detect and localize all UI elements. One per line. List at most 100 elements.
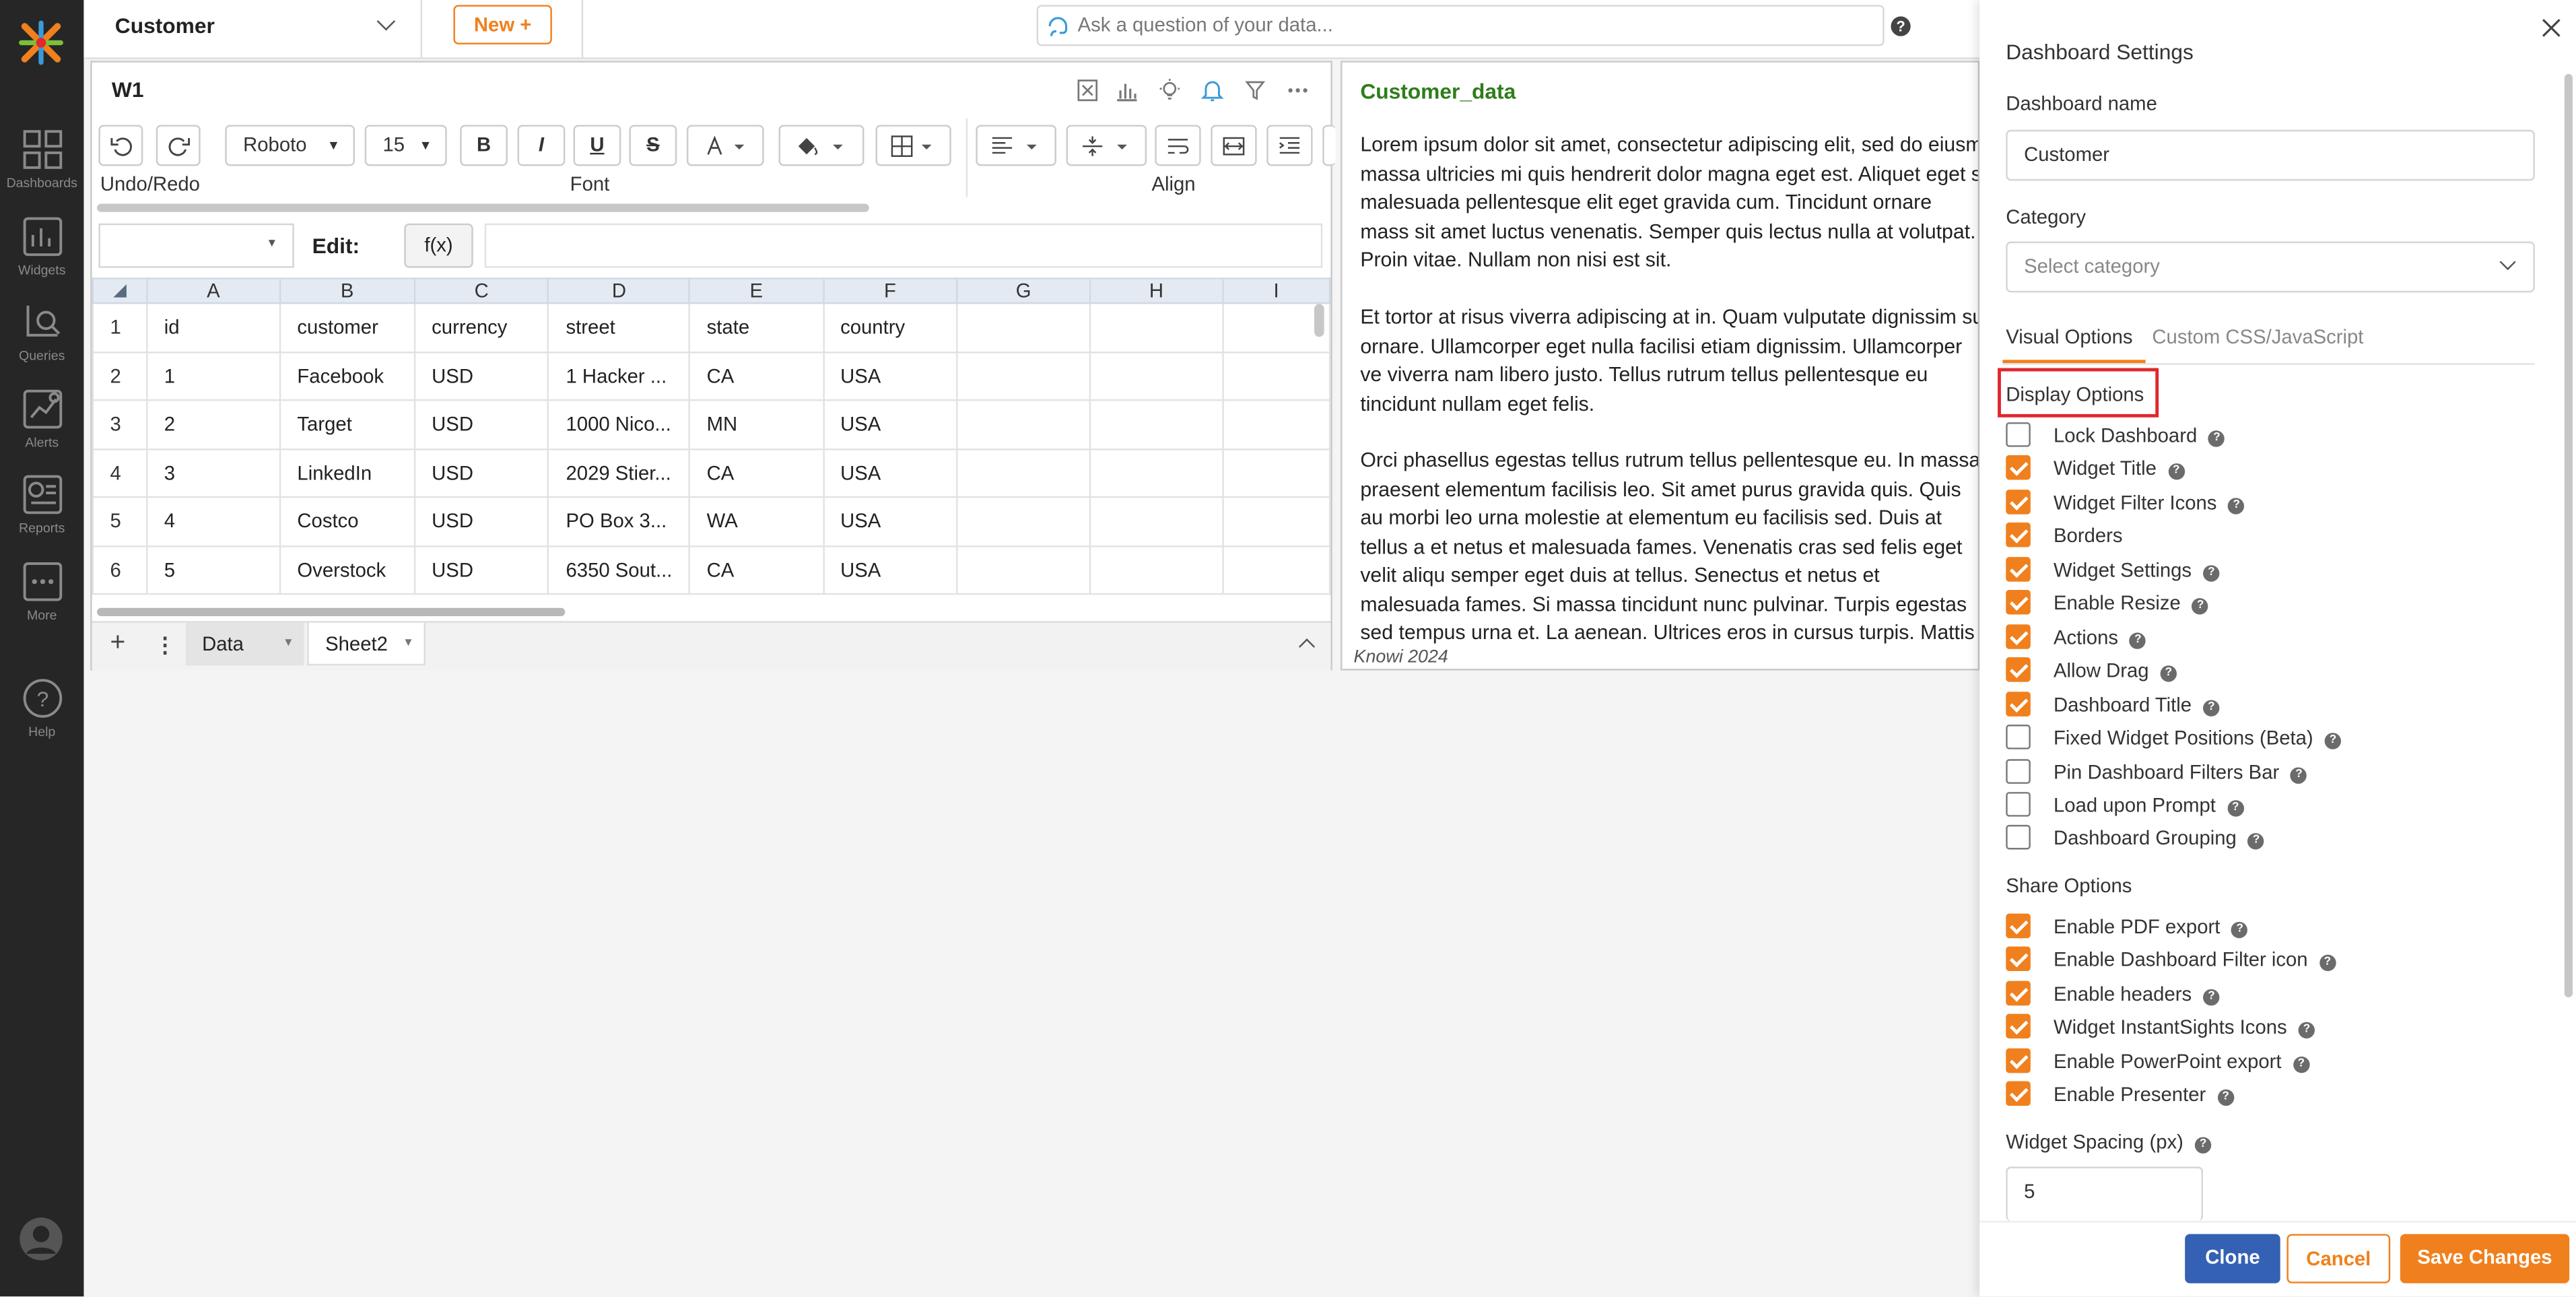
- fill-color-button[interactable]: [778, 125, 865, 166]
- sheet-cell[interactable]: USA: [822, 447, 958, 498]
- checkbox-display-9[interactable]: [2006, 725, 2031, 750]
- add-sheet-icon[interactable]: +: [110, 630, 125, 659]
- insights-bulb-icon[interactable]: [1158, 79, 1181, 102]
- option-label[interactable]: Enable Resize?: [2054, 592, 2209, 616]
- sheet-tab-sheet2[interactable]: Sheet2 ▼: [307, 622, 426, 666]
- user-avatar[interactable]: [18, 1216, 64, 1262]
- checkbox-display-8[interactable]: [2006, 691, 2031, 716]
- option-label[interactable]: Fixed Widget Positions (Beta)?: [2054, 727, 2342, 750]
- checkbox-display-6[interactable]: [2006, 624, 2031, 649]
- help-icon[interactable]: ?: [2231, 921, 2248, 939]
- sheet-cell[interactable]: state: [688, 302, 824, 353]
- widget-spacing-input[interactable]: 5: [2006, 1166, 2204, 1221]
- help-icon[interactable]: ?: [2203, 699, 2220, 716]
- option-label[interactable]: Enable PDF export?: [2054, 915, 2248, 939]
- sheet-cell[interactable]: 3: [145, 447, 281, 498]
- sheet-cell[interactable]: [1089, 302, 1224, 353]
- nav-queries[interactable]: Queries: [0, 301, 83, 363]
- sheet-cell[interactable]: USD: [413, 496, 550, 547]
- sheet-cell[interactable]: USD: [413, 399, 550, 450]
- column-header[interactable]: E: [688, 277, 824, 304]
- cancel-button[interactable]: Cancel: [2286, 1234, 2391, 1284]
- option-label[interactable]: Dashboard Grouping?: [2054, 827, 2265, 851]
- sheet-cell[interactable]: street: [547, 302, 691, 353]
- sheet-cell[interactable]: USA: [822, 399, 958, 450]
- column-header[interactable]: H: [1089, 277, 1224, 304]
- more-options-icon[interactable]: [1287, 79, 1310, 102]
- sheet-cell[interactable]: [956, 302, 1091, 353]
- row-header[interactable]: 3: [92, 399, 148, 450]
- knowi-logo[interactable]: [18, 20, 64, 65]
- help-icon[interactable]: ?: [2298, 1022, 2315, 1039]
- sheet-cell[interactable]: 5: [145, 544, 281, 595]
- help-icon[interactable]: ?: [2203, 564, 2220, 582]
- column-header[interactable]: B: [279, 277, 415, 304]
- sheet-cell[interactable]: [1089, 350, 1224, 401]
- row-header[interactable]: 2: [92, 350, 148, 401]
- sheet-cell[interactable]: Costco: [279, 496, 415, 547]
- help-icon[interactable]: ?: [2168, 464, 2185, 481]
- chart-icon[interactable]: [1116, 79, 1139, 102]
- clone-button[interactable]: Clone: [2185, 1234, 2280, 1284]
- checkbox-display-5[interactable]: [2006, 590, 2031, 616]
- help-icon[interactable]: ?: [2130, 632, 2146, 649]
- sheet-cell[interactable]: USD: [413, 447, 550, 498]
- redo-button[interactable]: [156, 125, 201, 166]
- new-button[interactable]: New +: [453, 5, 552, 44]
- checkbox-display-12[interactable]: [2006, 825, 2031, 851]
- row-header[interactable]: 4: [92, 447, 148, 498]
- checkbox-display-3[interactable]: [2006, 523, 2031, 548]
- sheet-cell[interactable]: [956, 447, 1091, 498]
- row-header[interactable]: 5: [92, 496, 148, 547]
- row-header[interactable]: 1: [92, 302, 148, 353]
- underline-button[interactable]: U: [573, 125, 621, 166]
- help-icon[interactable]: ?: [2194, 1137, 2212, 1154]
- nav-widgets[interactable]: Widgets: [0, 215, 83, 277]
- checkbox-display-7[interactable]: [2006, 657, 2031, 682]
- checkbox-share-4[interactable]: [2006, 1047, 2031, 1073]
- sheet-cell[interactable]: Overstock: [279, 544, 415, 595]
- sheet-cell[interactable]: [1089, 496, 1224, 547]
- help-icon[interactable]: ?: [2203, 989, 2220, 1005]
- help-icon[interactable]: ?: [2217, 1089, 2234, 1106]
- help-icon[interactable]: ?: [2228, 498, 2245, 514]
- horizontal-align-button[interactable]: [976, 125, 1056, 166]
- sheet-cell[interactable]: PO Box 3...: [547, 496, 691, 547]
- checkbox-display-11[interactable]: [2006, 791, 2031, 817]
- sheet-cell[interactable]: CA: [688, 350, 824, 401]
- save-changes-button[interactable]: Save Changes: [2400, 1234, 2570, 1284]
- sheet-cell[interactable]: Target: [279, 399, 415, 450]
- sheet-cell[interactable]: CA: [688, 447, 824, 498]
- cell-reference-select[interactable]: ▼: [98, 223, 294, 268]
- option-label[interactable]: Widget Title?: [2054, 457, 2185, 481]
- bold-button[interactable]: B: [460, 125, 508, 166]
- vertical-align-button[interactable]: [1066, 125, 1147, 166]
- help-icon[interactable]: ?: [2291, 766, 2307, 783]
- option-label[interactable]: Borders: [2054, 525, 2123, 547]
- option-label[interactable]: Widget Filter Icons?: [2054, 491, 2245, 514]
- sheet-cell[interactable]: 1000 Nico...: [547, 399, 691, 450]
- sheet-cell[interactable]: USA: [822, 544, 958, 595]
- option-label[interactable]: Lock Dashboard?: [2054, 424, 2225, 447]
- filter-sparkle-icon[interactable]: [1244, 79, 1266, 102]
- sheet-cell[interactable]: [1089, 544, 1224, 595]
- select-all-corner[interactable]: [92, 277, 148, 304]
- sheet-tab-data[interactable]: Data ▼: [185, 622, 304, 666]
- help-icon[interactable]: ?: [2208, 430, 2225, 447]
- column-header[interactable]: I: [1221, 277, 1331, 304]
- tab-custom-css-js[interactable]: Custom CSS/JavaScript: [2152, 325, 2363, 348]
- strikethrough-button[interactable]: S: [629, 125, 677, 166]
- function-button[interactable]: f(x): [404, 223, 473, 268]
- checkbox-share-0[interactable]: [2006, 913, 2031, 939]
- sheet-cell[interactable]: 2029 Stier...: [547, 447, 691, 498]
- panel-scrollbar[interactable]: [2564, 73, 2573, 998]
- sheet-cell[interactable]: [956, 544, 1091, 595]
- dashboard-name-input[interactable]: Customer: [2006, 129, 2535, 181]
- chevron-down-icon[interactable]: [376, 11, 396, 31]
- help-icon[interactable]: ?: [1891, 16, 1911, 36]
- dashboard-selector[interactable]: Customer: [115, 13, 215, 38]
- sheet-cell[interactable]: [956, 350, 1091, 401]
- checkbox-share-1[interactable]: [2006, 947, 2031, 972]
- chevron-up-icon[interactable]: [1298, 638, 1316, 655]
- option-label[interactable]: Allow Drag?: [2054, 659, 2177, 682]
